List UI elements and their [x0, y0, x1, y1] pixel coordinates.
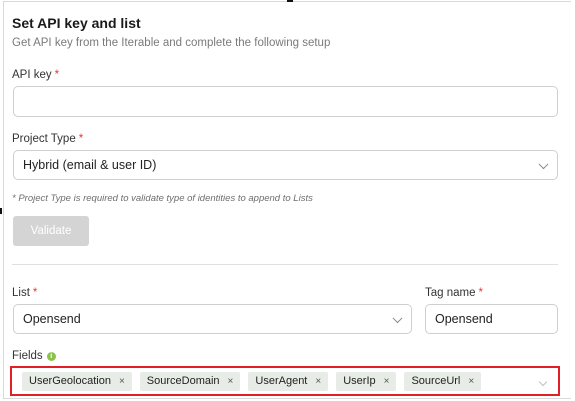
field-tag-userip: UserIp ×: [336, 371, 397, 391]
project-type-label-text: Project Type: [12, 133, 76, 145]
page-title: Set API key and list: [12, 15, 141, 31]
project-type-value: Hybrid (email & user ID): [23, 158, 157, 172]
validate-button[interactable]: Validate: [13, 216, 89, 246]
tag-name-label: Tag name *: [425, 287, 483, 299]
info-icon[interactable]: i: [46, 352, 56, 361]
close-icon[interactable]: ×: [228, 376, 234, 387]
api-key-label-text: API key: [12, 69, 52, 81]
project-type-label: Project Type *: [12, 133, 83, 145]
chevron-down-icon[interactable]: [538, 377, 548, 387]
required-marker: *: [54, 69, 60, 81]
api-key-label: API key *: [12, 69, 59, 81]
close-icon[interactable]: ×: [384, 376, 390, 387]
api-key-input[interactable]: [13, 86, 558, 117]
section-divider: [12, 264, 558, 265]
left-marker: [0, 208, 2, 214]
close-icon[interactable]: ×: [315, 376, 321, 387]
tag-name-input[interactable]: Opensend: [425, 304, 558, 334]
field-tag-usergeolocation: UserGeolocation ×: [22, 371, 132, 391]
project-type-note: * Project Type is required to validate t…: [12, 193, 313, 204]
tag-label: UserAgent: [255, 375, 308, 387]
field-tag-sourcedomain: SourceDomain ×: [139, 371, 241, 391]
field-tag-useragent: UserAgent ×: [248, 371, 329, 391]
close-icon[interactable]: ×: [468, 376, 474, 387]
tag-label: SourceUrl: [411, 375, 461, 387]
tag-name-label-text: Tag name: [425, 287, 476, 299]
tag-label: UserGeolocation: [29, 375, 111, 387]
tag-name-value: Opensend: [435, 312, 493, 326]
close-icon[interactable]: ×: [119, 376, 125, 387]
required-marker: *: [78, 133, 84, 145]
fields-label-text: Fields: [12, 350, 43, 362]
list-select[interactable]: Opensend: [13, 304, 412, 334]
required-marker: *: [478, 287, 483, 299]
top-marker: [287, 0, 293, 2]
project-type-select[interactable]: Hybrid (email & user ID): [13, 150, 558, 180]
chevron-down-icon: [392, 313, 403, 324]
field-tag-sourceurl: SourceUrl ×: [404, 371, 482, 391]
list-label-text: List: [12, 287, 30, 299]
tag-label: SourceDomain: [146, 375, 220, 387]
page-subtitle: Get API key from the Iterable and comple…: [12, 37, 331, 49]
required-marker: *: [32, 287, 38, 299]
list-value: Opensend: [23, 312, 81, 326]
fields-multiselect[interactable]: UserGeolocation × SourceDomain × UserAge…: [10, 366, 560, 396]
fields-label: Fields i: [12, 350, 56, 362]
chevron-down-icon: [538, 159, 549, 170]
tag-label: UserIp: [343, 375, 376, 387]
list-label: List *: [12, 287, 37, 299]
